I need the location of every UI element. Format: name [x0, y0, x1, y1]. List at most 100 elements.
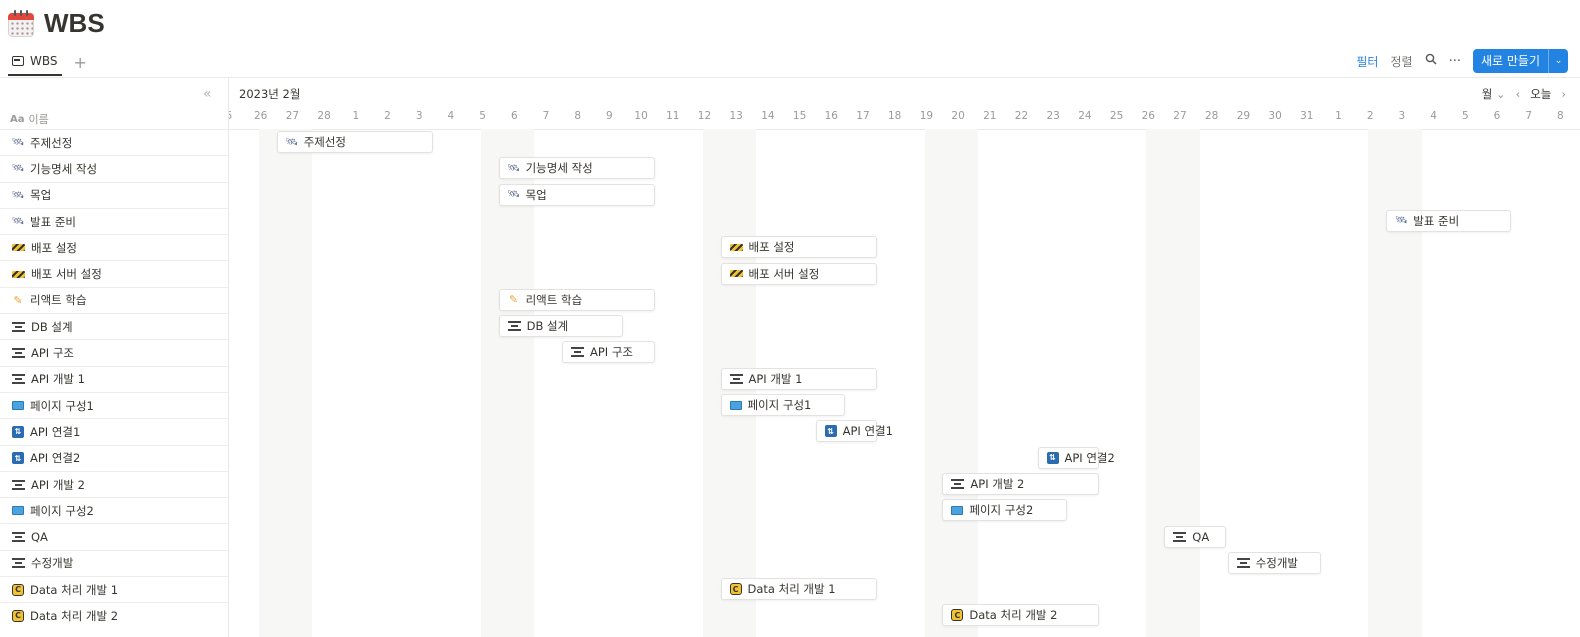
computer-icon	[729, 400, 742, 410]
next-icon[interactable]: ›	[1561, 87, 1566, 101]
tab-wbs-label: WBS	[30, 54, 58, 68]
timeline-bar-label: 페이지 구성2	[969, 503, 1034, 518]
add-view-button[interactable]: +	[74, 53, 87, 72]
task-row[interactable]: API 구조	[0, 339, 229, 365]
task-row[interactable]: 페이지 구성1	[0, 391, 229, 418]
timeline-bar-label: 주제선정	[303, 135, 347, 149]
task-row[interactable]: ✎ 리액트 학습	[0, 286, 229, 313]
timeline-bar[interactable]: ✎ 리액트 학습	[498, 288, 656, 311]
timeline-bar[interactable]: 수정개발	[1227, 551, 1321, 574]
railway-icon	[729, 373, 743, 384]
timeline-bar[interactable]: QA	[1164, 525, 1226, 548]
task-row[interactable]: 🛰 주제선정	[0, 129, 229, 155]
day-label: 19	[919, 110, 934, 122]
timeline-bar-label: Data 처리 개발 1	[747, 582, 836, 597]
copyright-icon: C	[12, 609, 24, 622]
day-label: 3	[1398, 110, 1406, 122]
timeline-bar[interactable]: C Data 처리 개발 1	[720, 578, 877, 601]
timeline-bar[interactable]: API 개발 1	[720, 367, 877, 390]
task-row[interactable]: 🛰 발표 준비	[0, 207, 229, 234]
task-row[interactable]: API 개발 1	[0, 365, 229, 392]
day-label: 1	[352, 110, 360, 122]
task-row[interactable]: ⇅ API 연결2	[0, 444, 229, 471]
task-row[interactable]: 수정개발	[0, 549, 229, 576]
scale-select[interactable]: 월 ⌄	[1482, 86, 1506, 102]
today-button[interactable]: 오늘	[1530, 86, 1551, 102]
timeline-bar[interactable]: 페이지 구성1	[720, 394, 846, 416]
day-label: 27	[285, 110, 300, 122]
timeline-bar-label: 리액트 학습	[525, 292, 583, 307]
task-name: QA	[31, 530, 48, 545]
filter-button[interactable]: 필터	[1356, 53, 1378, 70]
railway-icon	[12, 558, 25, 569]
task-row[interactable]: QA	[0, 523, 229, 549]
task-row[interactable]: 배포 서버 설정	[0, 260, 229, 286]
day-label: 21	[983, 110, 997, 122]
day-label: 17	[856, 110, 870, 122]
sort-button[interactable]: 정렬	[1390, 53, 1412, 70]
timeline-bar[interactable]: DB 설계	[498, 315, 624, 338]
day-label: 16	[824, 110, 838, 122]
timeline-bar-label: DB 설계	[526, 319, 569, 334]
task-row[interactable]: ⇅ API 연결1	[0, 418, 229, 444]
day-label: 28	[1205, 110, 1219, 122]
prev-icon[interactable]: ‹	[1516, 87, 1521, 101]
satellite-icon: 🛰	[11, 216, 25, 228]
chevron-down-icon[interactable]: ⌄	[1548, 49, 1568, 73]
sync-icon: ⇅	[12, 425, 24, 438]
satellite-icon: 🛰	[11, 163, 25, 175]
task-name: API 개발 1	[31, 372, 85, 387]
task-row[interactable]: DB 설계	[0, 313, 229, 339]
timeline: 2023년 2월 월 ⌄ ‹ 오늘 › 52627281234567891011…	[229, 78, 1580, 637]
search-icon[interactable]	[1425, 53, 1437, 69]
task-row[interactable]: 페이지 구성2	[0, 497, 229, 523]
timeline-bar[interactable]: 🛰 주제선정	[276, 131, 434, 153]
day-label: 8	[574, 110, 582, 122]
timeline-bar[interactable]: ⇅ API 연결1	[815, 420, 893, 443]
timeline-controls: 월 ⌄ ‹ 오늘 ›	[1482, 86, 1566, 102]
day-label: 7	[1525, 110, 1533, 122]
task-row[interactable]: API 개발 2	[0, 470, 229, 497]
more-icon[interactable]: ···	[1449, 54, 1461, 69]
task-name: 리액트 학습	[30, 293, 87, 308]
task-row[interactable]: C Data 처리 개발 1	[0, 576, 229, 602]
timeline-bar[interactable]: API 구조	[562, 341, 656, 364]
copyright-icon: C	[12, 583, 24, 596]
day-label: 23	[1046, 110, 1060, 122]
timeline-bar-label: API 구조	[590, 345, 634, 360]
day-label: 28	[317, 110, 331, 122]
day-label: 18	[888, 110, 902, 122]
timeline-bar[interactable]: C Data 처리 개발 2	[942, 604, 1099, 627]
task-row[interactable]: 🛰 목업	[0, 181, 229, 208]
timeline-bar[interactable]: 배포 설정	[720, 236, 877, 259]
name-column-header[interactable]: Aa 이름	[10, 108, 49, 130]
tab-wbs[interactable]: WBS	[8, 48, 62, 76]
day-label: 1	[1335, 110, 1342, 122]
task-name: 페이지 구성2	[30, 503, 94, 518]
new-button[interactable]: 새로 만들기 ⌄	[1472, 49, 1568, 73]
timeline-bar[interactable]: 페이지 구성2	[942, 499, 1068, 522]
timeline-bar[interactable]: 배포 서버 설정	[720, 262, 877, 285]
weekend-band	[1146, 129, 1200, 637]
copyright-icon: C	[729, 583, 742, 596]
day-header: 5262728123456789101112131415161718192021…	[229, 108, 1580, 130]
timeline-bar[interactable]: ⇅ API 연결2	[1037, 446, 1115, 469]
timeline-bar[interactable]: 🛰 발표 준비	[1386, 209, 1511, 232]
timeline-bar[interactable]: 🛰 기능명세 작성	[498, 157, 656, 180]
timeline-bar[interactable]: API 개발 2	[942, 472, 1099, 495]
task-row[interactable]: 배포 설정	[0, 234, 229, 260]
day-label: 3	[415, 110, 423, 122]
page-title[interactable]: WBS	[44, 8, 105, 39]
railway-icon	[12, 479, 25, 490]
day-label: 30	[1268, 110, 1282, 122]
barrier-icon	[12, 244, 25, 252]
timeline-bar[interactable]: 🛰 목업	[498, 183, 656, 206]
task-row[interactable]: 🛰 기능명세 작성	[0, 155, 229, 181]
collapse-panel-icon[interactable]: «	[203, 86, 212, 102]
pencil-icon: ✎	[13, 293, 23, 307]
satellite-icon: 🛰	[11, 137, 25, 149]
task-name: 발표 준비	[30, 214, 76, 229]
day-label: 2	[384, 110, 391, 122]
task-row[interactable]: C Data 처리 개발 2	[0, 602, 229, 628]
day-label: 4	[1430, 110, 1437, 122]
